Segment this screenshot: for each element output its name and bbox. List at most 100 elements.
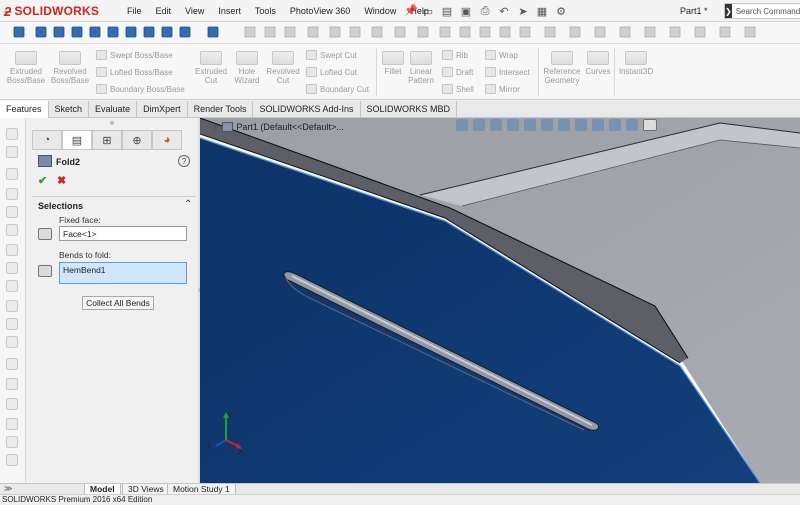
feature-tree-flyout[interactable]: ▶ Part1 (Default<<Default>... <box>214 122 344 132</box>
expand-tabs-icon[interactable]: ≫ <box>4 484 12 493</box>
jog-icon[interactable] <box>6 206 18 218</box>
collapse-chevron-icon[interactable]: ⌃ <box>184 199 192 210</box>
mirror-button[interactable]: Mirror <box>485 84 520 94</box>
rebuild-icon[interactable]: ▦ <box>534 3 550 19</box>
undo-icon[interactable]: ↶ <box>496 3 512 19</box>
curves-button[interactable]: Curves <box>584 51 612 76</box>
help-icon[interactable]: ? <box>178 155 190 167</box>
ok-button[interactable]: ✔ <box>38 174 47 187</box>
instant3d-button[interactable]: Instant3D <box>616 51 656 76</box>
hole-wizard-button[interactable]: Hole Wizard <box>230 51 264 85</box>
model-view[interactable] <box>200 118 800 483</box>
reference-geometry-button[interactable]: Reference Geometry <box>542 51 582 85</box>
dimxpert-manager-tab-icon[interactable]: ⊕ <box>122 130 152 150</box>
tab-solidworks-add-ins[interactable]: SOLIDWORKS Add-Ins <box>253 101 361 118</box>
edit-appearance-icon[interactable] <box>592 119 604 131</box>
miter-flange-icon[interactable] <box>6 168 18 180</box>
sketch-tool-icons[interactable] <box>13 26 219 38</box>
hide-show-items-icon[interactable] <box>575 119 587 131</box>
vent-icon[interactable] <box>6 398 18 410</box>
extruded-cut-small-icon[interactable] <box>6 436 18 448</box>
expand-arrow-icon[interactable]: ▶ <box>214 123 219 131</box>
save-icon[interactable]: ▣ <box>458 3 474 19</box>
reference-geometry-label: Reference Geometry <box>543 67 581 85</box>
tab-evaluate[interactable]: Evaluate <box>89 101 138 118</box>
rip-icon[interactable] <box>6 318 18 330</box>
menu-photoview-360[interactable]: PhotoView 360 <box>283 6 357 16</box>
apply-scene-icon[interactable] <box>609 119 621 131</box>
menu-insert[interactable]: Insert <box>211 6 248 16</box>
intersect-button[interactable]: Intersect <box>485 67 530 77</box>
extruded-boss-button[interactable]: Extruded Boss/Base <box>6 51 46 85</box>
lofted-cut-button[interactable]: Lofted Cut <box>306 67 357 77</box>
collect-all-bends-button[interactable]: Collect All Bends <box>82 296 154 310</box>
boundary-boss-button[interactable]: Boundary Boss/Base <box>96 84 185 94</box>
select-icon[interactable]: ➤ <box>515 3 531 19</box>
revolved-cut-button[interactable]: Revolved Cut <box>265 51 301 85</box>
revolved-boss-label: Revolved Boss/Base <box>50 67 90 85</box>
solidworks-logo[interactable]: ƻ SOLIDWORKS <box>4 3 99 19</box>
graphics-area[interactable]: ▶ Part1 (Default<<Default>... Y X Z <box>200 118 800 483</box>
menu-file[interactable]: File <box>120 6 149 16</box>
swept-boss-button[interactable]: Swept Boss/Base <box>96 50 173 60</box>
sketched-bend-icon[interactable] <box>6 224 18 236</box>
previous-view-icon[interactable] <box>490 119 502 131</box>
simple-hole-icon[interactable] <box>6 454 18 466</box>
menu-tools[interactable]: Tools <box>248 6 283 16</box>
display-style-icon[interactable] <box>558 119 570 131</box>
zoom-area-icon[interactable] <box>473 119 485 131</box>
linear-pattern-button[interactable]: Linear Pattern <box>406 51 436 85</box>
wrap-button[interactable]: Wrap <box>485 50 518 60</box>
bends-to-fold-field[interactable]: HemBend1 <box>59 262 187 284</box>
extruded-cut-button[interactable]: Extruded Cut <box>193 51 229 85</box>
edge-flange-icon[interactable] <box>6 146 18 158</box>
no-bends-icon[interactable] <box>6 300 18 312</box>
fixed-face-field[interactable]: Face<1> <box>59 226 187 241</box>
menu-view[interactable]: View <box>178 6 211 16</box>
hem-icon[interactable] <box>6 188 18 200</box>
property-manager-tab-icon[interactable]: ▤ <box>62 130 92 150</box>
tab-dimxpert[interactable]: DimXpert <box>137 101 188 118</box>
open-icon[interactable]: ▤ <box>439 3 455 19</box>
cancel-button[interactable]: ✖ <box>57 174 66 187</box>
lofted-boss-button[interactable]: Lofted Boss/Base <box>96 67 173 77</box>
fold-icon[interactable] <box>6 262 18 274</box>
boundary-cut-button[interactable]: Boundary Cut <box>306 84 369 94</box>
monitor-icon[interactable] <box>643 119 657 131</box>
extruded-cut-label: Extruded Cut <box>194 67 228 85</box>
base-flange-icon[interactable] <box>6 128 18 140</box>
search-input[interactable]: ❯ Search Commands <box>724 3 800 19</box>
tab-solidworks-mbd[interactable]: SOLIDWORKS MBD <box>361 101 458 118</box>
print-icon[interactable]: ⎙ <box>477 3 493 19</box>
feature-manager-tab-icon[interactable]: ◔ <box>32 130 62 150</box>
view-settings-icon[interactable] <box>626 119 638 131</box>
tab-sketch[interactable]: Sketch <box>49 101 90 118</box>
unfold-icon[interactable] <box>6 244 18 256</box>
section-view-icon[interactable] <box>507 119 519 131</box>
revolved-boss-button[interactable]: Revolved Boss/Base <box>50 51 90 85</box>
draft-button[interactable]: Draft <box>442 67 473 77</box>
insert-bends-icon[interactable] <box>6 336 18 348</box>
lofted-boss-icon <box>96 67 107 77</box>
swept-cut-button[interactable]: Swept Cut <box>306 50 357 60</box>
corner-icon[interactable] <box>6 358 18 370</box>
rib-button[interactable]: Rib <box>442 50 468 60</box>
new-icon[interactable]: ▭ <box>420 3 436 19</box>
panel-grip[interactable] <box>110 121 114 125</box>
zoom-to-fit-icon[interactable] <box>456 119 468 131</box>
shell-button[interactable]: Shell <box>442 84 474 94</box>
options-icon[interactable]: ⚙ <box>553 3 569 19</box>
view-orientation-icon[interactable] <box>541 119 553 131</box>
tab-features[interactable]: Features <box>0 101 49 118</box>
configuration-manager-tab-icon[interactable]: ⊞ <box>92 130 122 150</box>
menu-edit[interactable]: Edit <box>149 6 179 16</box>
fillet-button[interactable]: Fillet <box>380 51 406 76</box>
break-corner-icon[interactable] <box>6 378 18 390</box>
display-manager-tab-icon[interactable]: ◕ <box>152 130 182 150</box>
forming-tool-icon[interactable] <box>6 418 18 430</box>
pin-icon[interactable]: 📌 <box>404 4 418 18</box>
flatten-icon[interactable] <box>6 280 18 292</box>
tab-render-tools[interactable]: Render Tools <box>188 101 254 118</box>
dynamic-annotation-icon[interactable] <box>524 119 536 131</box>
menu-window[interactable]: Window <box>357 6 403 16</box>
